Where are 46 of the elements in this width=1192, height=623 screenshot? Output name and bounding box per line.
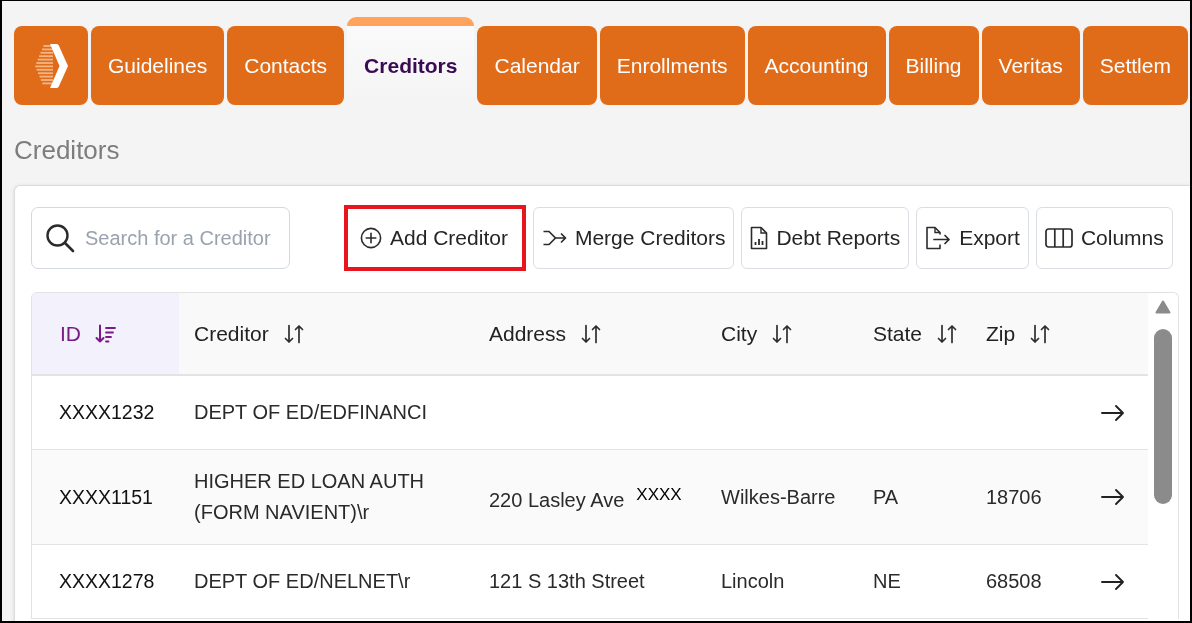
column-header[interactable]: City [706, 293, 858, 374]
creditor-id: XXXX1151 [59, 485, 153, 508]
arrow-right-icon[interactable] [1101, 572, 1125, 591]
add-button[interactable]: Add Creditor [344, 205, 526, 271]
merge-button[interactable]: Merge Creditors [532, 207, 735, 269]
zip-code: 68508 [986, 570, 1042, 592]
street-address: 121 S 13th Street [489, 570, 645, 592]
sort-icon [580, 322, 603, 345]
zip-code: 18706 [986, 485, 1042, 508]
logo-tab[interactable] [14, 26, 88, 105]
chevron-logo-icon [33, 41, 69, 90]
creditor-id: XXXX1278 [59, 570, 155, 592]
sort-icon [936, 322, 959, 345]
plus-circle-icon [360, 227, 382, 249]
document-arrow-icon [925, 226, 952, 250]
city-name: Lincoln [721, 570, 785, 592]
columns-icon [1044, 227, 1073, 249]
column-header[interactable]: Address [474, 293, 706, 374]
search-field[interactable]: Search for a Creditor [31, 207, 290, 269]
column-header[interactable]: ID [32, 293, 179, 374]
creditor-name: DEPT OF ED/NELNET\r [194, 570, 411, 592]
reports-button[interactable]: Debt Reports [741, 207, 910, 269]
creditor-id: XXXX1232 [59, 401, 155, 423]
creditor-name: DEPT OF ED/EDFINANCI [194, 401, 427, 423]
column-header[interactable]: Zip [971, 293, 1086, 374]
city-name: Wilkes-Barre [721, 485, 836, 508]
export-button[interactable]: Export [916, 207, 1029, 269]
sort-icon [1029, 322, 1052, 345]
sort-icon [282, 322, 305, 345]
page-title: Creditors [14, 134, 120, 166]
creditor-name: HIGHER ED LOAN AUTH (FORM NAVIENT)\r [194, 470, 425, 523]
search-icon [45, 223, 75, 253]
redacted-text: XXXX [636, 484, 682, 504]
street-address: 220 Lasley Ave [489, 488, 625, 511]
columns-button[interactable]: Columns [1035, 207, 1173, 269]
bar-chart-document-icon [750, 226, 769, 250]
sort-descending-icon [95, 322, 117, 345]
scrollbar-thumb[interactable] [1154, 329, 1172, 504]
column-header[interactable]: Creditor [179, 293, 474, 374]
state-code: PA [873, 485, 899, 508]
state-code: NE [873, 570, 901, 592]
sort-icon [771, 322, 794, 345]
triangle-up-icon[interactable] [1155, 300, 1171, 314]
column-header[interactable]: State [858, 293, 971, 374]
arrow-right-icon[interactable] [1101, 403, 1125, 422]
arrow-right-icon[interactable] [1101, 488, 1125, 506]
